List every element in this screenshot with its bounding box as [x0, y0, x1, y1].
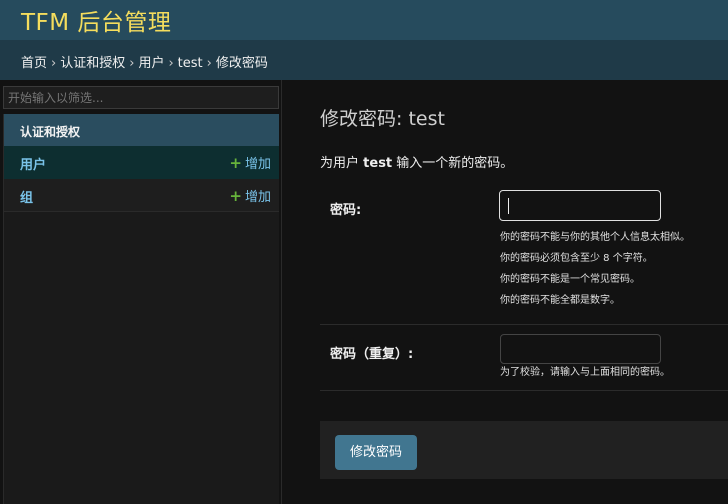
sidebar: 认证和授权 用户 +增加 组 +增加: [0, 80, 282, 504]
password-confirm-field[interactable]: [500, 334, 661, 364]
plus-icon: +: [229, 187, 242, 205]
sidebar-item-users-link[interactable]: 用户: [20, 154, 46, 173]
breadcrumb-users[interactable]: 用户: [138, 56, 164, 71]
password-label: 密码:: [330, 203, 362, 218]
page-title: 修改密码: test: [320, 108, 445, 130]
sidebar-item-groups: 组 + 增加: [4, 179, 279, 212]
password-confirm-label: 密码（重复）:: [330, 347, 414, 362]
breadcrumb-home[interactable]: 首页: [21, 56, 47, 71]
main-content: 修改密码: test 为用户 test 输入一个新的密码。 密码: 你的密码不能…: [283, 80, 728, 504]
breadcrumb-current: 修改密码: [215, 56, 268, 71]
intro-suffix: 输入一个新的密码。: [396, 156, 514, 171]
password-help-line: 你的密码不能是一个常见密码。: [500, 274, 640, 285]
plus-icon: +: [229, 154, 242, 172]
breadcrumb-separator: ›: [129, 56, 135, 71]
breadcrumb-separator: ›: [51, 56, 57, 71]
text-caret: [508, 198, 509, 214]
submit-row: 修改密码: [320, 421, 728, 479]
breadcrumb-separator: ›: [206, 56, 212, 71]
site-header: TFM 后台管理: [0, 0, 728, 40]
password-help-line: 你的密码不能全都是数字。: [500, 295, 620, 306]
change-password-button[interactable]: 修改密码: [335, 435, 417, 470]
password-confirm-row: 密码（重复）: 为了校验，请输入与上面相同的密码。: [320, 325, 728, 391]
intro-username: test: [363, 156, 393, 171]
add-user-label: 增加: [244, 157, 271, 172]
add-user-link[interactable]: + 增加: [229, 153, 271, 172]
add-group-label: 增加: [244, 190, 271, 205]
password-confirm-help: 为了校验，请输入与上面相同的密码。: [500, 367, 670, 378]
sidebar-module-auth: 认证和授权 用户 + 增加 组 + 增加: [3, 114, 279, 504]
intro-prefix: 为用户: [320, 156, 360, 171]
password-help-line: 你的密码不能与你的其他个人信息太相似。: [500, 232, 690, 243]
add-group-link[interactable]: + 增加: [229, 186, 271, 205]
breadcrumb-separator: ›: [168, 56, 174, 71]
password-field[interactable]: [499, 190, 661, 221]
intro-text: 为用户 test 输入一个新的密码。: [320, 152, 513, 171]
sidebar-filter-input[interactable]: [3, 86, 279, 109]
breadcrumb-user[interactable]: test: [178, 56, 203, 71]
breadcrumb-auth[interactable]: 认证和授权: [60, 56, 125, 71]
password-help-line: 你的密码必须包含至少 8 个字符。: [500, 253, 653, 264]
password-row: 密码: 你的密码不能与你的其他个人信息太相似。 你的密码必须包含至少 8 个字符…: [320, 178, 728, 325]
sidebar-item-users: 用户 + 增加: [4, 146, 279, 179]
site-brand[interactable]: TFM 后台管理: [21, 3, 171, 37]
breadcrumb: 首页 › 认证和授权 › 用户 › test › 修改密码: [0, 40, 728, 80]
password-help: 你的密码不能与你的其他个人信息太相似。 你的密码必须包含至少 8 个字符。 你的…: [500, 227, 690, 311]
module-caption[interactable]: 认证和授权: [4, 114, 279, 146]
sidebar-item-groups-link[interactable]: 组: [20, 187, 33, 206]
